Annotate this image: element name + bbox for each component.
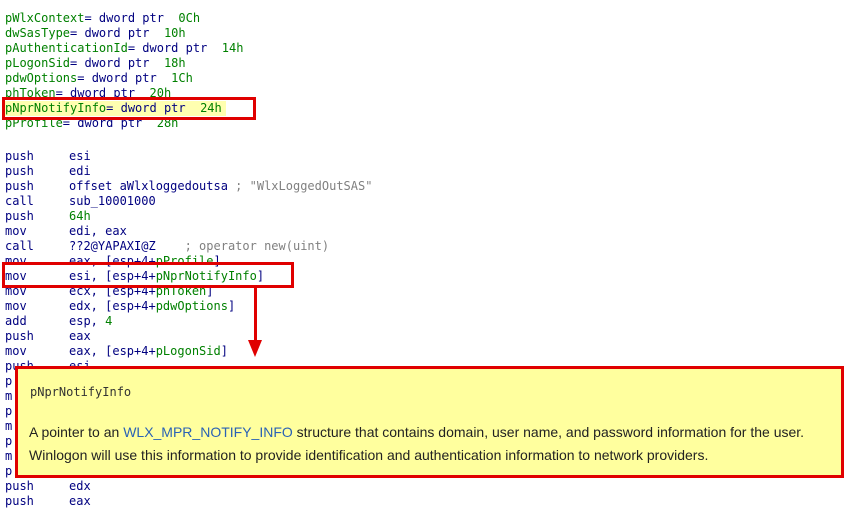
instruction-line[interactable]: call ??2@YAPAXI@Z ; operator new(uint): [5, 239, 329, 254]
var-name[interactable]: pAuthenticationId: [5, 41, 128, 55]
instruction-mnemonic: push: [5, 179, 34, 193]
instruction-operand[interactable]: ??2@YAPAXI@Z: [69, 239, 156, 253]
highlight-box-instruction: [2, 262, 294, 288]
instruction-mnemonic: call: [5, 239, 34, 253]
var-line[interactable]: pWlxContext= dword ptr 0Ch: [5, 11, 200, 26]
tooltip-description-line1: A pointer to an WLX_MPR_NOTIFY_INFO stru…: [29, 424, 804, 440]
var-name[interactable]: pdwOptions: [5, 71, 77, 85]
var-type: = dword ptr: [70, 56, 164, 70]
var-offset: 10h: [163, 26, 186, 40]
var-offset: 0Ch: [178, 11, 201, 25]
highlight-box-variable: [2, 97, 256, 120]
var-name[interactable]: dwSasType: [5, 26, 70, 40]
arrow-line: [254, 288, 257, 343]
instruction-mnemonic: push: [5, 209, 34, 223]
instruction-operand[interactable]: edx, [esp+4+pdwOptions]: [69, 299, 235, 313]
instruction-line[interactable]: push edi: [5, 164, 91, 179]
instruction-operand[interactable]: esp, 4: [69, 314, 112, 328]
instruction-operand[interactable]: edi, eax: [69, 224, 127, 238]
instruction-operand[interactable]: edx: [69, 479, 91, 493]
var-type: = dword ptr: [84, 11, 179, 25]
tooltip-structure-link[interactable]: WLX_MPR_NOTIFY_INFO: [123, 424, 293, 440]
instruction-mnemonic: push: [5, 164, 34, 178]
var-line[interactable]: pdwOptions= dword ptr 1Ch: [5, 71, 193, 86]
var-name[interactable]: pWlxContext: [5, 11, 84, 25]
instruction-operand[interactable]: edi: [69, 164, 91, 178]
instruction-operand[interactable]: 64h: [69, 209, 91, 223]
var-name[interactable]: pLogonSid: [5, 56, 70, 70]
instruction-mnemonic: add: [5, 314, 27, 328]
instruction-operand[interactable]: eax: [69, 329, 91, 343]
var-line[interactable]: pAuthenticationId= dword ptr 14h: [5, 41, 243, 56]
instruction-line[interactable]: call sub_10001000: [5, 194, 156, 209]
var-type: = dword ptr: [77, 71, 172, 85]
instruction-line[interactable]: mov edi, eax: [5, 224, 127, 239]
instruction-line[interactable]: push eax: [5, 329, 91, 344]
instruction-mnemonic: push: [5, 329, 34, 343]
instruction-mnemonic: push: [5, 149, 34, 163]
instruction-line[interactable]: add esp, 4: [5, 314, 112, 329]
arrow-head: [248, 340, 262, 357]
tooltip-description-line2: Winlogon will use this information to pr…: [29, 447, 709, 463]
instruction-line[interactable]: mov edx, [esp+4+pdwOptions]: [5, 299, 235, 314]
instruction-comment: ; "WlxLoggedOutSAS": [227, 179, 373, 193]
instruction-line[interactable]: push 64h: [5, 209, 91, 224]
var-line[interactable]: dwSasType= dword ptr 10h: [5, 26, 186, 41]
instruction-mnemonic: call: [5, 194, 34, 208]
instruction-line[interactable]: push edx: [5, 479, 91, 494]
instruction-mnemonic: push: [5, 479, 34, 493]
var-offset: 14h: [221, 41, 244, 55]
instruction-operand[interactable]: eax, [esp+4+pLogonSid]: [69, 344, 228, 358]
var-type: = dword ptr: [70, 26, 164, 40]
hover-tooltip: pNprNotifyInfo A pointer to an WLX_MPR_N…: [15, 366, 844, 478]
instruction-operand[interactable]: offset aWlxloggedoutsa: [69, 179, 228, 193]
instruction-line[interactable]: mov eax, [esp+4+pLogonSid]: [5, 344, 228, 359]
instruction-operand[interactable]: eax: [69, 494, 91, 508]
var-type: = dword ptr: [127, 41, 222, 55]
instruction-line[interactable]: push offset aWlxloggedoutsa ; "WlxLoggedO…: [5, 179, 372, 194]
instruction-operand[interactable]: esi: [69, 149, 91, 163]
instruction-mnemonic: mov: [5, 299, 27, 313]
tooltip-desc-prefix: A pointer to an: [29, 424, 124, 440]
var-offset: 1Ch: [171, 71, 193, 85]
instruction-comment: ; operator new(uint): [155, 239, 330, 253]
instruction-mnemonic: mov: [5, 344, 27, 358]
instruction-operand[interactable]: sub_10001000: [69, 194, 156, 208]
var-line[interactable]: pLogonSid= dword ptr 18h: [5, 56, 186, 71]
tooltip-desc-suffix: structure that contains domain, user nam…: [292, 424, 805, 440]
instruction-line[interactable]: push esi: [5, 149, 91, 164]
var-offset: 18h: [163, 56, 186, 70]
instruction-mnemonic: mov: [5, 224, 27, 238]
tooltip-title: pNprNotifyInfo: [30, 385, 132, 399]
